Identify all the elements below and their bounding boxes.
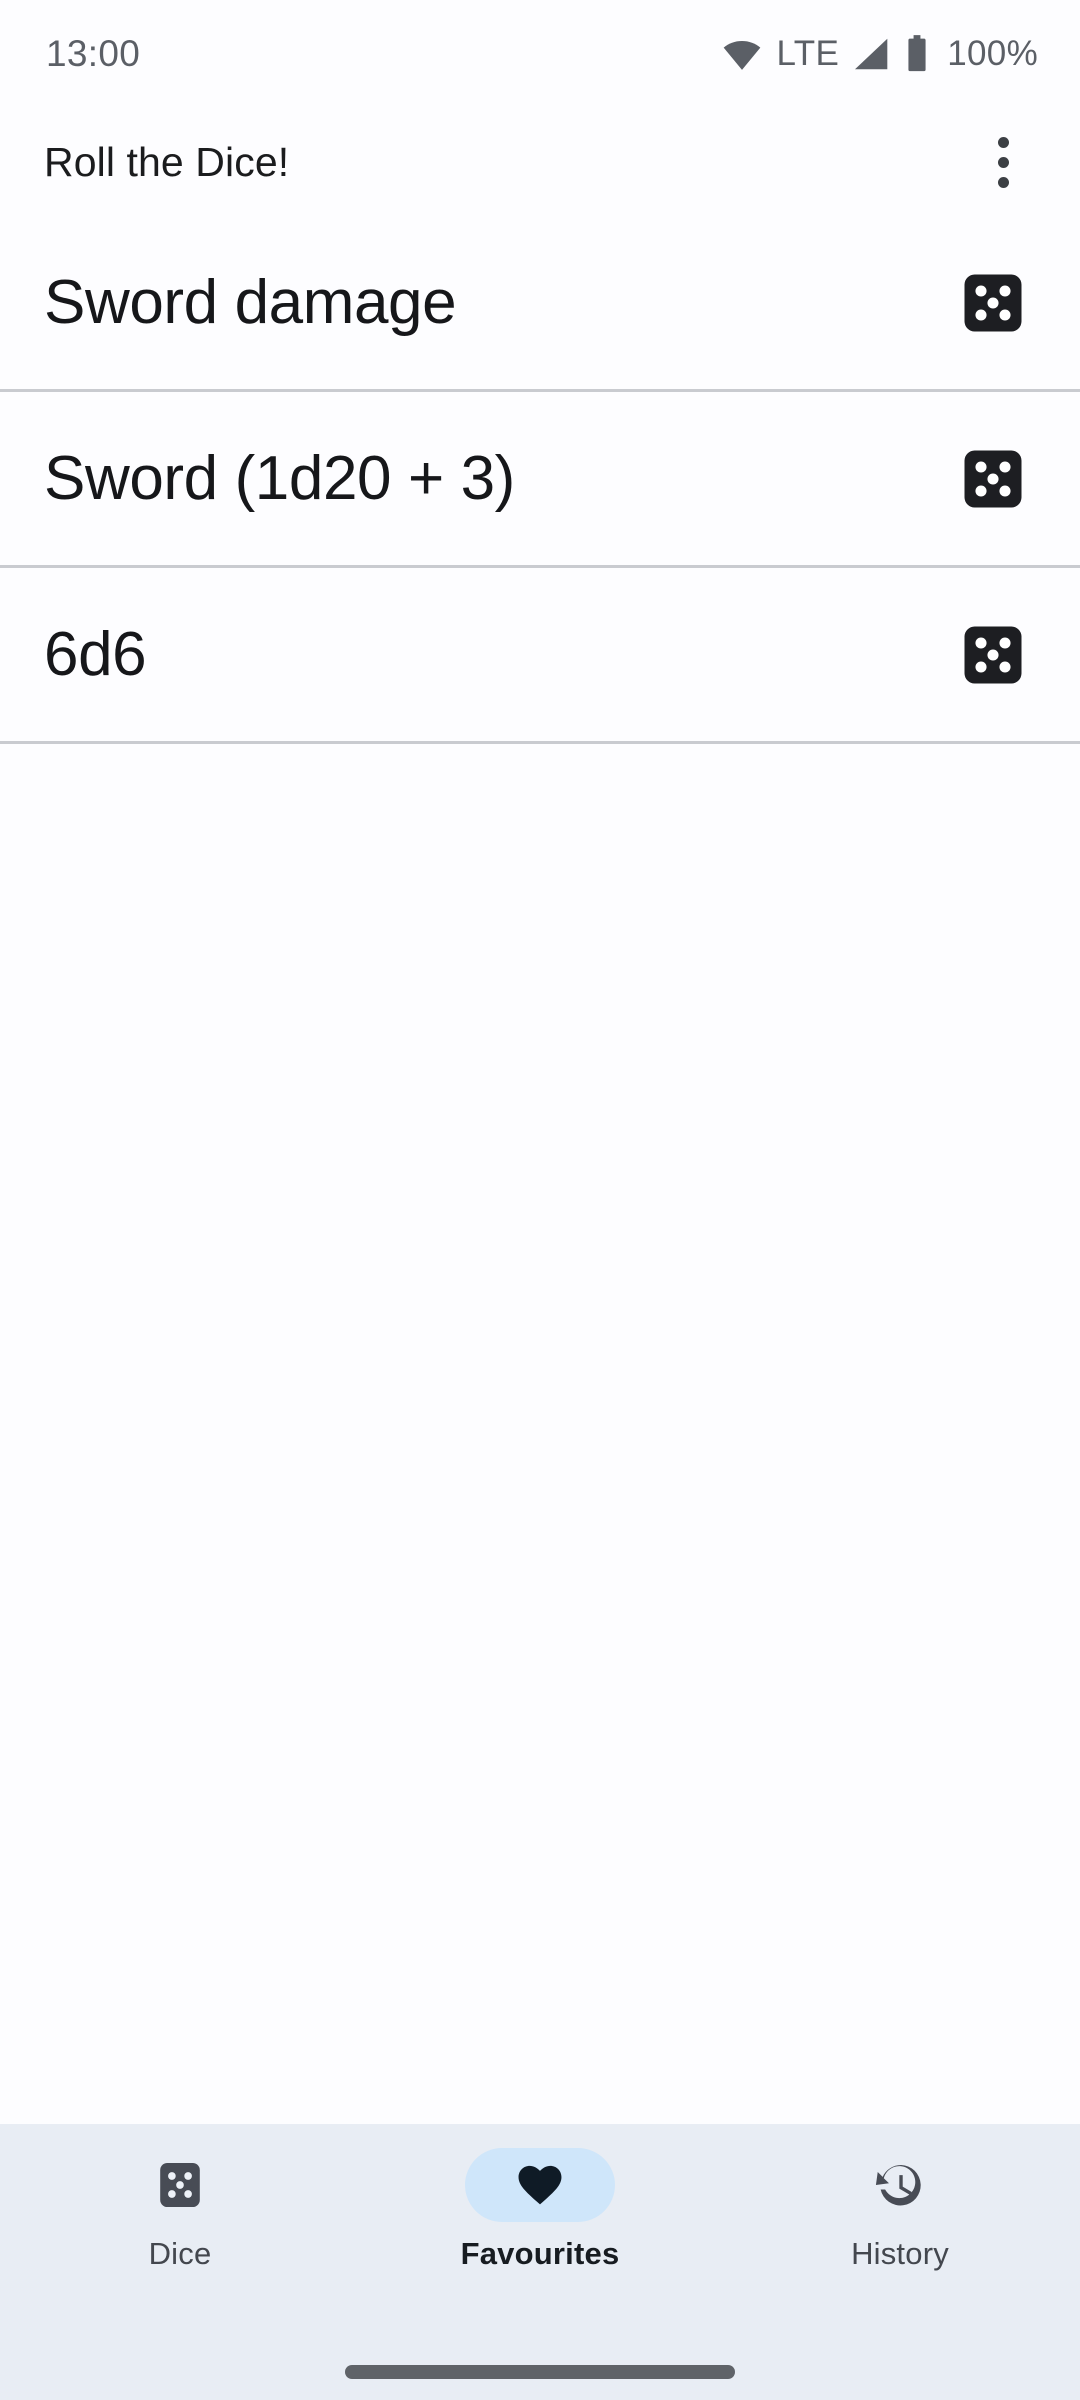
battery-icon bbox=[908, 35, 926, 72]
nav-item-dice[interactable]: Dice bbox=[0, 2148, 360, 2272]
dice-icon bbox=[160, 2162, 200, 2208]
wifi-icon bbox=[724, 41, 761, 70]
roll-dice-button[interactable] bbox=[950, 260, 1036, 346]
list-item-label: Sword (1d20 + 3) bbox=[44, 443, 515, 513]
list-item[interactable]: Sword (1d20 + 3) bbox=[0, 392, 1080, 568]
list-item-label: 6d6 bbox=[44, 619, 147, 689]
gesture-handle[interactable] bbox=[345, 2365, 735, 2379]
roll-dice-button[interactable] bbox=[950, 436, 1036, 522]
overflow-dot bbox=[997, 156, 1009, 168]
roll-dice-button[interactable] bbox=[950, 612, 1036, 698]
nav-label-history: History bbox=[851, 2236, 949, 2271]
dice-icon bbox=[964, 274, 1022, 331]
nav-item-favourites[interactable]: Favourites bbox=[360, 2148, 720, 2272]
status-time: 13:00 bbox=[46, 33, 141, 74]
status-indicators: LTE 100% bbox=[722, 34, 1038, 74]
dice-icon bbox=[964, 626, 1022, 683]
app-bar: Roll the Dice! bbox=[0, 108, 1080, 216]
heart-icon bbox=[518, 2165, 562, 2205]
overflow-dot bbox=[997, 176, 1009, 188]
page-title: Roll the Dice! bbox=[44, 138, 290, 185]
battery-percent-label: 100% bbox=[947, 34, 1038, 73]
nav-pill-active bbox=[465, 2148, 615, 2222]
app-screen: 13:00 LTE 100% Roll the Dice! Sword dama… bbox=[0, 0, 1080, 2400]
nav-pill bbox=[825, 2148, 975, 2222]
list-item[interactable]: 6d6 bbox=[0, 568, 1080, 744]
gesture-navigation-bar bbox=[0, 2344, 1080, 2400]
list-item[interactable]: Sword damage bbox=[0, 216, 1080, 392]
more-vert-icon[interactable] bbox=[960, 119, 1046, 205]
bottom-navigation: Dice Favourites History bbox=[0, 2124, 1080, 2344]
empty-list-area bbox=[0, 744, 1080, 2124]
overflow-dot bbox=[997, 136, 1009, 148]
list-item-label: Sword damage bbox=[44, 267, 457, 337]
status-bar: 13:00 LTE 100% bbox=[0, 0, 1080, 108]
dice-icon bbox=[964, 450, 1022, 507]
history-icon bbox=[875, 2164, 921, 2206]
nav-label-favourites: Favourites bbox=[460, 2236, 620, 2271]
network-type-label: LTE bbox=[776, 34, 840, 73]
signal-icon bbox=[855, 38, 888, 70]
favourites-list: Sword damage Sword (1d20 + 3) 6d6 bbox=[0, 216, 1080, 2124]
nav-pill bbox=[105, 2148, 255, 2222]
nav-item-history[interactable]: History bbox=[720, 2148, 1080, 2272]
nav-label-dice: Dice bbox=[148, 2236, 212, 2271]
